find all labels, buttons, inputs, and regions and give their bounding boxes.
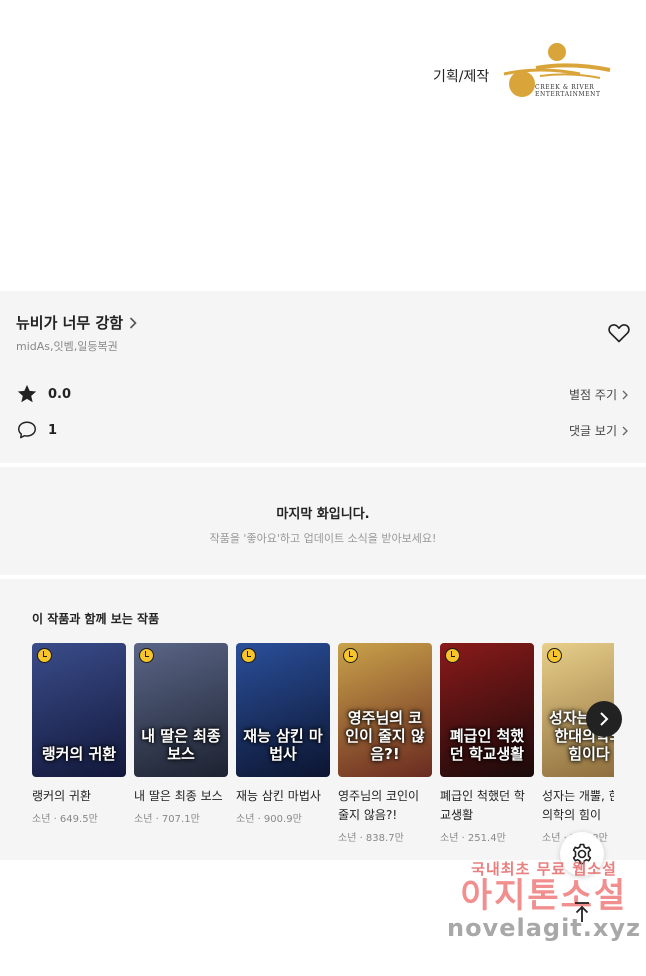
logo-line2: ENTERTAINMENT [535,91,601,98]
cover-image: 폐급인 척했던 학교생활 [440,643,534,777]
wait-free-clock-icon [343,648,358,663]
arrow-up-icon [575,902,589,922]
comment-stat: 1 [16,419,57,441]
cover-title: 영주님의 코인이 줄지 않음?! [345,709,425,763]
wait-free-clock-icon [139,648,154,663]
star-icon [17,384,37,403]
credit-area: 기획/제작 CREEK & RIVER ENTERTAINMENT [0,0,646,291]
cover-image: 내 딸은 최종 보스 [134,643,228,777]
logo-line1: CREEK & RIVER [535,84,595,91]
comment-icon [18,421,36,439]
card-title: 랭커의 귀환 [32,789,92,803]
wait-free-clock-icon [445,648,460,663]
series-authors: midAs,잇벰,일등복권 [16,340,118,353]
recommendation-card[interactable]: 랭커의 귀환 랭커의 귀환 소년 · 649.5만 [32,643,126,825]
card-meta: 소년 · 707.1만 [134,814,200,825]
chevron-right-icon [622,426,628,435]
wait-free-clock-icon [547,648,562,663]
recommendation-card[interactable]: 성자는 개뿔, 한대의학의 힘이다 성자는 개뿔, 한대의학의 힘이 소년 · … [542,643,614,844]
chevron-right-icon [622,390,628,399]
cover-title: 폐급인 척했던 학교생활 [449,727,525,763]
card-title: 재능 삼킨 마법사 [236,789,321,803]
comment-count: 1 [48,422,58,438]
last-episode-subtitle: 작품을 '좋아요'하고 업데이트 소식을 받아보세요! [209,532,437,545]
series-title: 뉴비가 너무 강함 [16,314,124,332]
chevron-right-icon [129,316,137,329]
recommendation-card[interactable]: 영주님의 코인이 줄지 않음?! 영주님의 코인이 줄지 않음?! 소년 · 8… [338,643,432,844]
card-title: 폐급인 척했던 학교생활 [440,789,525,822]
heart-icon[interactable] [607,321,631,345]
card-meta: 소년 · 900.9만 [236,814,302,825]
watermark: 국내최초 무료 웹소설 아지톤소설 novelagit.xyz [444,858,644,941]
card-title: 영주님의 코인이 줄지 않음?! [338,789,420,822]
watermark-line3: novelagit.xyz [446,914,641,942]
wait-free-clock-icon [37,648,52,663]
recommendation-card[interactable]: 재능 삼킨 마법사 재능 삼킨 마법사 소년 · 900.9만 [236,643,330,825]
card-meta: 소년 · 838.7만 [338,833,404,844]
view-comments-label: 댓글 보기 [569,424,617,438]
cover-title: 재능 삼킨 마법사 [243,727,323,763]
carousel-next-button[interactable] [586,701,622,737]
card-title: 내 딸은 최종 보스 [134,789,223,803]
recommendations-heading: 이 작품과 함께 보는 작품 [32,612,160,626]
card-title: 성자는 개뿔, 한대의학의 힘이 [542,789,614,822]
card-meta: 소년 · 251.4만 [440,833,506,844]
recommendation-card[interactable]: 폐급인 척했던 학교생활 폐급인 척했던 학교생활 소년 · 251.4만 [440,643,534,844]
logo-text: CREEK & RIVER ENTERTAINMENT [535,84,601,98]
last-episode-title: 마지막 화입니다. [276,507,370,522]
scroll-to-top-button[interactable] [568,898,596,926]
view-comments-button[interactable]: 댓글 보기 [569,422,628,439]
credit-label: 기획/제작 [433,69,490,85]
last-episode-notice: 마지막 화입니다. 작품을 '좋아요'하고 업데이트 소식을 받아보세요! [0,467,646,575]
recommendations-carousel: 랭커의 귀환 랭커의 귀환 소년 · 649.5만 내 딸은 최종 보스 내 딸… [32,643,614,853]
cover-title: 내 딸은 최종 보스 [141,727,221,763]
wait-free-clock-icon [241,648,256,663]
rating-stat: 0.0 [16,383,71,405]
cover-image: 영주님의 코인이 줄지 않음?! [338,643,432,777]
chevron-right-icon [600,712,609,726]
series-title-link[interactable]: 뉴비가 너무 강함 [16,312,137,333]
rate-label: 별점 주기 [569,388,617,402]
rating-value: 0.0 [48,386,72,402]
recommendation-card[interactable]: 내 딸은 최종 보스 내 딸은 최종 보스 소년 · 707.1만 [134,643,228,825]
series-info: 뉴비가 너무 강함 midAs,잇벰,일등복권 0.0 1 별점 주기 댓글 보… [0,291,646,463]
cover-image: 재능 삼킨 마법사 [236,643,330,777]
recommendations-section: 이 작품과 함께 보는 작품 랭커의 귀환 랭커의 귀환 소년 · 649.5만… [0,579,646,860]
cover-title: 랭커의 귀환 [41,745,117,763]
rate-button[interactable]: 별점 주기 [569,386,628,403]
watermark-line2: 아지톤소설 [460,876,628,916]
cover-image: 랭커의 귀환 [32,643,126,777]
card-meta: 소년 · 649.5만 [32,814,98,825]
